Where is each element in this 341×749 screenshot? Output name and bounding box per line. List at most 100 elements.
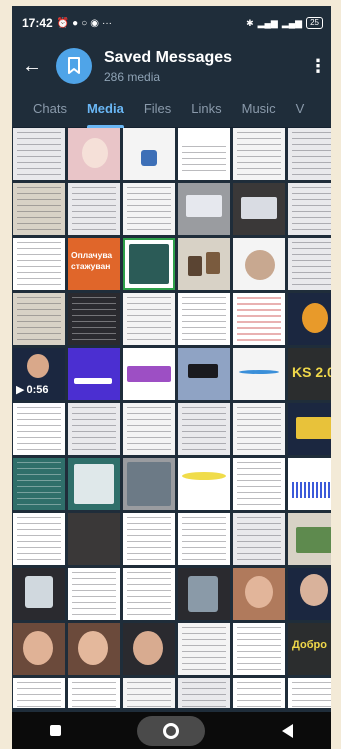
recent-apps-icon[interactable]: [50, 725, 62, 736]
media-thumbnail[interactable]: [178, 623, 230, 675]
media-thumbnail[interactable]: [233, 403, 285, 455]
video-duration-badge: ▶ 0:56: [16, 383, 49, 397]
media-thumbnail[interactable]: [123, 458, 175, 510]
media-thumbnail[interactable]: [123, 128, 175, 180]
media-thumbnail[interactable]: [288, 403, 331, 455]
header-titles[interactable]: Saved Messages 286 media: [104, 49, 232, 84]
media-thumbnail[interactable]: [123, 623, 175, 675]
media-thumbnail[interactable]: [288, 183, 331, 235]
media-thumbnail[interactable]: [68, 623, 120, 675]
back-arrow-icon[interactable]: ←: [12, 55, 52, 78]
media-thumbnail[interactable]: [288, 678, 331, 708]
tab-music[interactable]: Music: [232, 92, 286, 128]
signal-icon-2: ▂▄▆: [281, 17, 303, 28]
media-thumbnail[interactable]: [13, 403, 65, 455]
media-thumbnail[interactable]: [178, 678, 230, 708]
media-thumbnail[interactable]: [288, 128, 331, 180]
media-thumbnail[interactable]: [13, 623, 65, 675]
media-tabs: Chats Media Files Links Music V: [12, 92, 331, 128]
media-thumbnail[interactable]: [233, 238, 285, 290]
media-thumbnail[interactable]: [288, 458, 331, 510]
media-thumbnail[interactable]: [178, 568, 230, 620]
media-thumbnail[interactable]: [13, 678, 65, 708]
media-thumbnail[interactable]: [288, 568, 331, 620]
media-thumbnail[interactable]: [68, 348, 120, 400]
media-thumbnail[interactable]: [233, 513, 285, 565]
phone-screen: 17:42 ⏰ ● ○ ◉ ··· ✱ ▂▄▆ ▂▄▆ 25 ← Saved M…: [12, 6, 331, 749]
media-thumbnail[interactable]: [123, 403, 175, 455]
media-thumbnail[interactable]: Оплачува стажуван: [68, 238, 120, 290]
media-thumbnail[interactable]: [178, 458, 230, 510]
circle-icon: ○: [81, 17, 88, 29]
media-thumbnail[interactable]: [123, 513, 175, 565]
media-thumbnail[interactable]: [13, 513, 65, 565]
media-thumbnail[interactable]: [288, 238, 331, 290]
thumbnail-caption: Добро: [292, 639, 327, 651]
media-thumbnail[interactable]: [13, 458, 65, 510]
status-bar: 17:42 ⏰ ● ○ ◉ ··· ✱ ▂▄▆ ▂▄▆ 25: [12, 6, 331, 40]
home-icon: [163, 722, 180, 739]
media-thumbnail[interactable]: [233, 568, 285, 620]
more-notifications-icon: ···: [101, 17, 112, 29]
media-thumbnail[interactable]: [68, 403, 120, 455]
media-thumbnail[interactable]: [13, 128, 65, 180]
media-thumbnail[interactable]: [233, 458, 285, 510]
media-thumbnail[interactable]: [123, 348, 175, 400]
media-thumbnail[interactable]: [68, 513, 120, 565]
media-thumbnail[interactable]: [178, 128, 230, 180]
media-thumbnail[interactable]: [233, 128, 285, 180]
status-time: 17:42: [22, 16, 53, 30]
media-thumbnail[interactable]: [68, 568, 120, 620]
play-icon: ▶: [16, 384, 25, 396]
tab-files[interactable]: Files: [134, 92, 181, 128]
tab-media[interactable]: Media: [77, 92, 134, 128]
signal-icon: ▂▄▆: [257, 17, 278, 28]
media-thumbnail[interactable]: [233, 623, 285, 675]
media-thumbnail[interactable]: [178, 293, 230, 345]
media-thumbnail[interactable]: [123, 238, 175, 290]
media-thumbnail[interactable]: [68, 458, 120, 510]
media-thumbnail[interactable]: [178, 403, 230, 455]
status-system-icons: ✱ ▂▄▆ ▂▄▆ 25: [246, 17, 323, 29]
tab-voice[interactable]: V: [286, 92, 315, 128]
sync-icon: ◉: [90, 17, 99, 29]
media-thumbnail[interactable]: [68, 128, 120, 180]
home-button[interactable]: [137, 715, 206, 746]
tab-links[interactable]: Links: [181, 92, 231, 128]
media-thumbnail[interactable]: [123, 568, 175, 620]
media-thumbnail[interactable]: ▶ 0:56: [13, 348, 65, 400]
media-thumbnail[interactable]: [13, 568, 65, 620]
media-thumbnail[interactable]: [288, 293, 331, 345]
media-thumbnail[interactable]: [288, 513, 331, 565]
media-thumbnail[interactable]: [178, 238, 230, 290]
media-thumbnail[interactable]: [68, 678, 120, 708]
notification-icon: ●: [72, 17, 79, 29]
media-thumbnail[interactable]: [233, 183, 285, 235]
system-nav-bar: [12, 712, 331, 749]
media-thumbnail[interactable]: [233, 348, 285, 400]
media-thumbnail[interactable]: [13, 238, 65, 290]
more-options-icon[interactable]: ⋮: [305, 56, 331, 77]
media-grid: Оплачува стажуван ▶ 0:56 KS 2.0 Добро: [12, 128, 331, 708]
media-thumbnail[interactable]: [123, 293, 175, 345]
tab-chats[interactable]: Chats: [12, 92, 77, 128]
media-thumbnail[interactable]: Добро: [288, 623, 331, 675]
media-thumbnail[interactable]: [178, 348, 230, 400]
media-thumbnail[interactable]: [233, 293, 285, 345]
media-thumbnail[interactable]: [13, 293, 65, 345]
battery-icon: 25: [306, 17, 323, 29]
media-thumbnail[interactable]: [233, 678, 285, 708]
bluetooth-icon: ✱: [246, 17, 254, 28]
media-thumbnail[interactable]: KS 2.0: [288, 348, 331, 400]
media-thumbnail[interactable]: [178, 513, 230, 565]
page-title: Saved Messages: [104, 48, 233, 66]
saved-messages-avatar[interactable]: [56, 48, 92, 84]
media-thumbnail[interactable]: [178, 183, 230, 235]
media-thumbnail[interactable]: [13, 183, 65, 235]
chat-header: ← Saved Messages 286 media ⋮: [12, 40, 331, 92]
media-thumbnail[interactable]: [68, 183, 120, 235]
media-thumbnail[interactable]: [123, 183, 175, 235]
back-triangle-icon[interactable]: [281, 723, 293, 738]
media-thumbnail[interactable]: [123, 678, 175, 708]
media-thumbnail[interactable]: [68, 293, 120, 345]
